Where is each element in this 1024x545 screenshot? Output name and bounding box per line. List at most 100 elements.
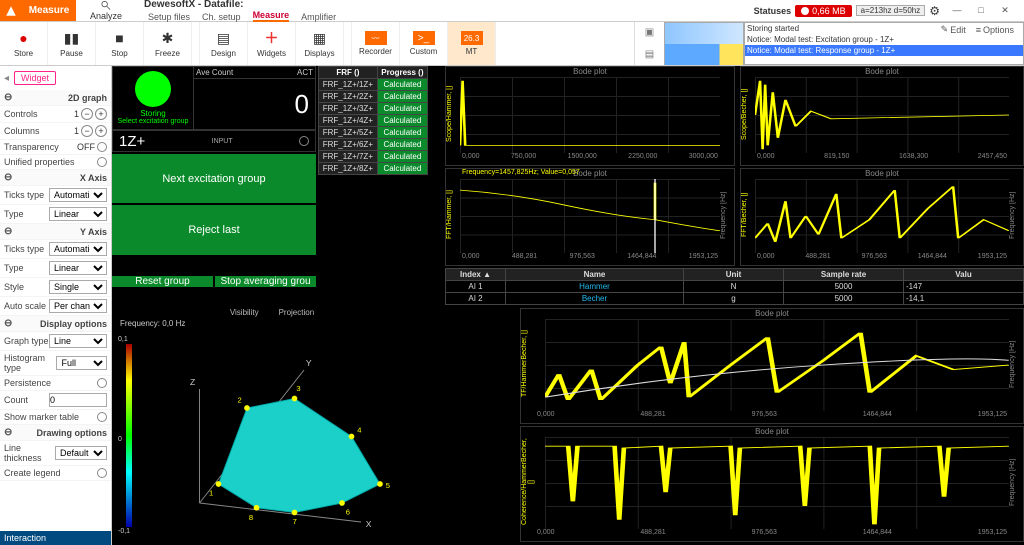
tab-projection[interactable]: Projection	[279, 308, 315, 317]
sidebar-row: Ticks typeAutomatic	[0, 240, 111, 259]
plus-button[interactable]: +	[95, 108, 107, 120]
reset-group-button[interactable]: Reset group	[112, 276, 213, 287]
toggle[interactable]	[97, 412, 107, 422]
collapse-icon[interactable]: ⊖	[4, 92, 12, 103]
select-graph type[interactable]: Line	[49, 334, 107, 348]
minus-button[interactable]: −	[81, 125, 93, 137]
ch-head-name[interactable]: Name	[506, 269, 684, 281]
subtab-amplifier[interactable]: Amplifier	[301, 12, 336, 22]
ribbon-pause[interactable]: ▮▮Pause	[48, 22, 96, 65]
plus-button[interactable]: +	[95, 125, 107, 137]
ribbon-stop[interactable]: ■Stop	[96, 22, 144, 65]
frf-row[interactable]: FRF_1Z+/4Z+Calculated	[319, 115, 428, 127]
select-type[interactable]: Linear	[49, 207, 107, 221]
ribbon-custom[interactable]: >_Custom	[400, 22, 448, 65]
frf-row[interactable]: FRF_1Z+/8Z+Calculated	[319, 163, 428, 175]
svg-text:7: 7	[293, 517, 297, 526]
collapse-icon[interactable]: ⊖	[4, 172, 12, 183]
sidebar-group-header[interactable]: ⊖Y Axis	[0, 224, 111, 240]
sidebar-group-header[interactable]: ⊖2D graph	[0, 90, 111, 106]
table-row[interactable]: AI 2Becherg5000-14,1	[446, 293, 1024, 305]
frf-row[interactable]: FRF_1Z+/5Z+Calculated	[319, 127, 428, 139]
toggle[interactable]	[97, 378, 107, 388]
plot-scope-hammer[interactable]: Bode plot Scope/Hammer, [] 0,000750,0001…	[445, 66, 735, 166]
side-icon-2[interactable]: ▤	[645, 49, 654, 60]
mode-analyze[interactable]: Analyze	[76, 0, 136, 21]
ribbon-store[interactable]: ●Store	[0, 22, 48, 65]
sidebar-group-header[interactable]: ⊖X Axis	[0, 170, 111, 186]
ch-head-value[interactable]: Valu	[904, 269, 1024, 281]
select-type[interactable]: Linear	[49, 261, 107, 275]
ribbon-recorder[interactable]: 〰Recorder	[352, 22, 400, 65]
window-minimize-icon[interactable]: —	[946, 5, 968, 16]
sidebar-group-header[interactable]: ⊖Display options	[0, 316, 111, 332]
side-icon-1[interactable]: ▣	[645, 27, 654, 38]
frf-row[interactable]: FRF_1Z+/1Z+Calculated	[319, 79, 428, 91]
mode-measure[interactable]: Measure	[22, 0, 76, 21]
ribbon-mt[interactable]: 26.3MT	[448, 22, 496, 65]
window-close-icon[interactable]: ✕	[994, 5, 1016, 16]
ribbon-widgets[interactable]: ＋Widgets	[248, 22, 296, 65]
collapse-icon[interactable]: ⊖	[4, 427, 12, 438]
frf-status: Calculated	[377, 127, 427, 139]
toggle[interactable]	[97, 468, 107, 478]
frf-row[interactable]: FRF_1Z+/3Z+Calculated	[319, 103, 428, 115]
ch-head-index[interactable]: Index ▲	[446, 269, 506, 281]
frf-row[interactable]: FRF_1Z+/6Z+Calculated	[319, 139, 428, 151]
ch-head-unit[interactable]: Unit	[684, 269, 784, 281]
edit-button[interactable]: ✎ Edit	[941, 24, 966, 35]
select-line thickness[interactable]: Default	[55, 446, 107, 460]
ch-head-rate[interactable]: Sample rate	[784, 269, 904, 281]
svg-text:2: 2	[238, 395, 242, 404]
sidebar-row: TransparencyOFF	[0, 140, 111, 155]
widget-pill[interactable]: Widget	[14, 71, 56, 85]
sidebar-interaction[interactable]: Interaction	[0, 531, 111, 545]
plot-fft-becher[interactable]: Bode plot FFT/Becher, [] Frequency [Hz] …	[740, 168, 1024, 266]
select-ticks type[interactable]: Automatic	[49, 188, 107, 202]
frf-head-name[interactable]: FRF ()	[319, 67, 378, 79]
reject-last-button[interactable]: Reject last	[112, 205, 316, 254]
plot-scope-becher[interactable]: Bode plot Scope/Becher, [] 0,000819,1501…	[740, 66, 1024, 166]
collapse-icon[interactable]: ⊖	[4, 318, 12, 329]
memory-badge[interactable]: 0,66 MB	[795, 5, 852, 17]
row-label: Count	[4, 395, 28, 405]
next-excitation-button[interactable]: Next excitation group	[112, 154, 316, 203]
ribbon-displays[interactable]: ▦Displays	[296, 22, 344, 65]
plot-ylabel: FFT/Hammer, []	[446, 179, 460, 251]
ribbon-freeze[interactable]: ✱Freeze	[144, 22, 192, 65]
subtab-ch-setup[interactable]: Ch. setup	[202, 12, 241, 22]
window-maximize-icon[interactable]: □	[970, 5, 992, 16]
toggle[interactable]	[97, 157, 107, 167]
tab-visibility[interactable]: Visibility	[230, 308, 259, 317]
statuses-label[interactable]: Statuses	[754, 6, 792, 16]
sub-tabs: Setup files Ch. setup Measure Amplifier	[144, 10, 336, 22]
options-button[interactable]: ≡ Options	[976, 24, 1014, 35]
svg-text:Z: Z	[190, 377, 195, 387]
collapse-icon[interactable]: ⊖	[4, 226, 12, 237]
sidebar-group-header[interactable]: ⊖Drawing options	[0, 425, 111, 441]
select-style[interactable]: Single	[49, 280, 107, 294]
select-histogram type[interactable]: Full	[56, 356, 107, 370]
toggle[interactable]	[97, 142, 107, 152]
channel-table[interactable]: Index ▲ Name Unit Sample rate Valu AI 1H…	[445, 268, 1024, 306]
minus-button[interactable]: −	[81, 108, 93, 120]
subtab-measure[interactable]: Measure	[253, 10, 290, 22]
select-ticks type[interactable]: Automatic	[49, 242, 107, 256]
ribbon-design[interactable]: ▤Design	[200, 22, 248, 65]
frf-row[interactable]: FRF_1Z+/7Z+Calculated	[319, 151, 428, 163]
select-auto scale[interactable]: Per channel	[49, 299, 107, 313]
stop-averaging-button[interactable]: Stop averaging grou	[215, 276, 316, 287]
plot-tf[interactable]: Bode plot TF/HammerBecher, [] Frequency …	[520, 308, 1024, 424]
geometry-viewer[interactable]: VisibilityProjection Frequency: 0,0 Hz 0…	[112, 306, 432, 545]
row-label: Persistence	[4, 378, 51, 388]
plot-coherence[interactable]: Bode plot Coherence/HammerBecher, [] Fre…	[520, 426, 1024, 542]
back-icon[interactable]: ◂	[4, 73, 9, 84]
plot-fft-hammer[interactable]: Bode plot Frequency=1457,825Hz; Value=0,…	[445, 168, 735, 266]
frf-head-prog[interactable]: Progress ()	[377, 67, 427, 79]
subtab-setup-files[interactable]: Setup files	[148, 12, 190, 22]
table-row[interactable]: AI 1HammerN5000-147	[446, 281, 1024, 293]
gear-icon[interactable]: ⚙	[929, 4, 940, 18]
frf-row[interactable]: FRF_1Z+/2Z+Calculated	[319, 91, 428, 103]
sidebar-row: Histogram typeFull	[0, 351, 111, 376]
input-count[interactable]	[49, 393, 107, 407]
